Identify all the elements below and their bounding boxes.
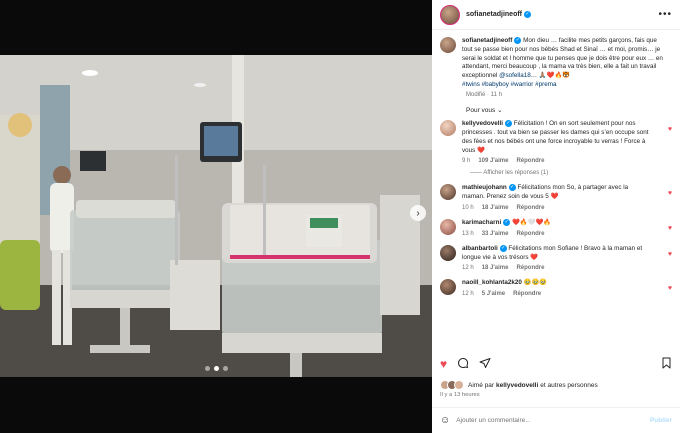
comment-time: 10 h xyxy=(462,204,474,211)
verified-icon: ✓ xyxy=(524,11,532,18)
comment-time: 12 h xyxy=(462,291,474,298)
comment-username[interactable]: albanbartoli xyxy=(462,245,498,252)
reply-button[interactable]: Répondre xyxy=(516,158,544,164)
comment-icon[interactable] xyxy=(457,357,469,371)
action-bar: ♥ xyxy=(440,357,672,371)
comment-like-icon[interactable]: ♥ xyxy=(668,126,672,133)
carousel-dots xyxy=(0,366,432,371)
comment: mathieujohann ✓ Félicitations mon So, à p… xyxy=(440,184,672,211)
liked-by-prefix: Aimé par xyxy=(468,381,495,389)
carousel-dot-active xyxy=(213,366,219,371)
hospital-photo xyxy=(0,55,432,377)
comment-likes[interactable]: 5 J'aime xyxy=(482,291,505,297)
heart-icon[interactable]: ♥ xyxy=(440,358,447,370)
comment-username[interactable]: karimacharni xyxy=(462,219,501,226)
verified-icon: ✓ xyxy=(504,120,512,128)
emoji-icon[interactable]: ☺ xyxy=(440,415,450,426)
commenter-avatar[interactable] xyxy=(440,244,456,261)
comment-likes[interactable]: 109 J'aime xyxy=(478,158,508,164)
comment-like-icon[interactable]: ♥ xyxy=(668,251,672,258)
comments-section[interactable]: sofianetadjineoff ✓ Mon dieu … facilite m… xyxy=(432,31,680,346)
chevron-down-icon: ⌄ xyxy=(497,107,503,115)
comment-likes[interactable]: 33 J'aime xyxy=(482,231,509,237)
reply-button[interactable]: Répondre xyxy=(513,291,541,297)
liked-by: Aimé par kellyvedovelli et autres person… xyxy=(440,380,598,390)
comment-text: 🥹🥹🥹 xyxy=(521,279,548,287)
comment-input[interactable]: Ajouter un commentaire... xyxy=(456,417,644,424)
comment-time: 12 h xyxy=(462,265,474,272)
commenter-avatar[interactable] xyxy=(440,184,456,201)
post-media[interactable]: › xyxy=(0,55,432,377)
comment-time: 9 h xyxy=(462,158,471,165)
carousel-dot xyxy=(222,366,228,371)
verified-icon: ✓ xyxy=(499,244,507,252)
liked-by-suffix[interactable]: et autres personnes xyxy=(540,382,597,389)
sort-dropdown[interactable]: Pour vous ⌄ xyxy=(466,106,672,114)
share-icon[interactable] xyxy=(479,357,491,371)
liked-by-user[interactable]: kellyvedovelli xyxy=(496,382,538,389)
comment: kellyvedovelli ✓ Félicitation ! On en sor… xyxy=(440,120,672,164)
caption-avatar[interactable] xyxy=(440,37,456,53)
bookmark-icon[interactable] xyxy=(661,357,672,371)
comment: naoill_kohlanta2k20 🥹🥹🥹 12 h 5 J'aime Répo… xyxy=(440,279,672,297)
caption-username[interactable]: sofianetadjineoff xyxy=(462,37,512,44)
author-avatar[interactable] xyxy=(440,4,460,25)
comment-text: ❤️🔥🤍❤️🔥 xyxy=(510,219,552,227)
commenter-avatar[interactable] xyxy=(440,279,456,296)
next-slide-button[interactable]: › xyxy=(410,205,426,221)
comment-composer: ☺ Ajouter un commentaire... Publier xyxy=(432,407,680,433)
comment-like-icon[interactable]: ♥ xyxy=(668,190,672,197)
reply-button[interactable]: Répondre xyxy=(516,265,544,271)
post-header: sofianetadjineoff ✓ ••• xyxy=(432,0,680,30)
caption-hashtags[interactable]: #twins #babyboy #warrior #prema xyxy=(462,81,557,88)
comment: karimacharni ✓ ❤️🔥🤍❤️🔥 13 h 33 J'aime Répon… xyxy=(440,218,672,237)
comment-likes[interactable]: 18 J'aime xyxy=(482,205,509,211)
comment-username[interactable]: mathieujohann xyxy=(462,185,507,192)
carousel-dot xyxy=(204,366,210,371)
comment-likes[interactable]: 18 J'aime xyxy=(482,265,509,271)
comment-username[interactable]: naoill_kohlanta2k20 xyxy=(462,279,522,286)
comment-like-icon[interactable]: ♥ xyxy=(668,225,672,232)
caption-mention[interactable]: @sofella18 xyxy=(499,72,531,79)
post-caption: sofianetadjineoff ✓ Mon dieu … facilite m… xyxy=(440,37,672,89)
comment: albanbartoli ✓ Félicitations mon Sofiane … xyxy=(440,244,672,272)
view-replies-button[interactable]: —— Afficher les réponses (1) xyxy=(470,170,672,176)
comment-username[interactable]: kellyvedovelli xyxy=(462,121,503,128)
commenter-avatar[interactable] xyxy=(440,218,456,235)
commenter-avatar[interactable] xyxy=(440,120,456,137)
more-options-icon[interactable]: ••• xyxy=(658,9,672,20)
author-username[interactable]: sofianetadjineoff xyxy=(466,11,522,18)
reply-button[interactable]: Répondre xyxy=(516,205,544,211)
comment-time: 13 h xyxy=(462,230,474,237)
caption-emojis: … 🙏🏽❤️🔥🐯 xyxy=(530,71,571,79)
post-panel: sofianetadjineoff ✓ ••• sofianetadjineof… xyxy=(432,0,680,433)
edited-label: Modifié · 11 h xyxy=(466,92,502,99)
post-timestamp: Il y a 13 heures xyxy=(440,392,480,398)
reply-button[interactable]: Répondre xyxy=(516,231,544,237)
liker-avatars[interactable] xyxy=(440,380,464,390)
publish-button[interactable]: Publier xyxy=(650,417,672,424)
sort-label: Pour vous xyxy=(466,107,496,115)
verified-icon: ✓ xyxy=(508,184,516,192)
comment-like-icon[interactable]: ♥ xyxy=(668,285,672,292)
